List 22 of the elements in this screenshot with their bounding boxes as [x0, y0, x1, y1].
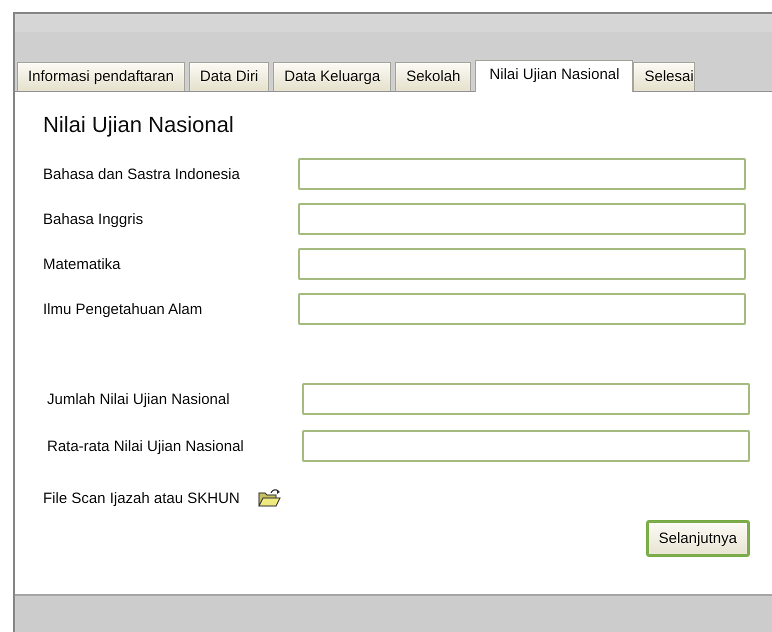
open-folder-icon[interactable]	[258, 488, 282, 508]
input-field[interactable]	[298, 158, 746, 190]
tab[interactable]: Data Keluarga	[273, 62, 392, 91]
tab[interactable]: Nilai Ujian Nasional	[475, 60, 634, 92]
field-label: Ilmu Pengetahuan Alam	[43, 300, 204, 318]
input-field[interactable]	[298, 203, 746, 235]
field-label: Bahasa Inggris	[43, 210, 144, 228]
input-field[interactable]	[302, 430, 750, 462]
form-title: Nilai Ujian Nasional	[43, 112, 235, 138]
field-label: File Scan Ijazah atau SKHUN	[43, 490, 240, 506]
input-field[interactable]	[298, 293, 746, 325]
input-field[interactable]	[302, 383, 750, 415]
field-label: Rata-rata Nilai Ujian Nasional	[47, 438, 245, 454]
next-button[interactable]: Selanjutnya	[646, 520, 750, 557]
field-label: Matematika	[43, 256, 122, 272]
input-field[interactable]	[298, 248, 746, 280]
field-label: Jumlah Nilai Ujian Nasional	[47, 390, 231, 408]
tab[interactable]: Data Diri	[188, 62, 270, 91]
field-label: Bahasa dan Sastra Indonesia	[43, 166, 241, 182]
tab[interactable]: Selesai	[633, 62, 695, 91]
tab[interactable]: Sekolah	[395, 62, 472, 91]
tab[interactable]: Informasi pendaftaran	[17, 62, 185, 91]
